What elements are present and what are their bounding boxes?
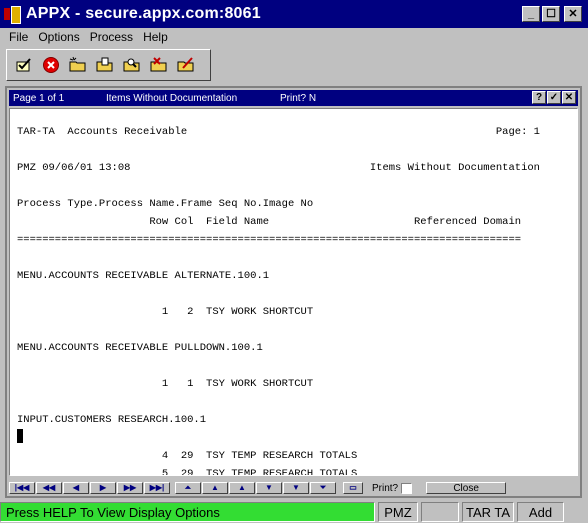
menu-file[interactable]: File [4,30,33,44]
window-title: APPX - secure.appx.com:8061 [26,5,261,22]
down-icon: ▼ [265,483,273,492]
page-down-icon: ▼ [292,483,300,492]
open-folder-icon[interactable] [94,55,115,75]
check-mark-icon: ✓ [549,91,559,103]
status-bar: Press HELP To View Display Options PMZ T… [0,501,588,523]
report-line: INPUT.CUSTOMERS RESEARCH.100.1 [17,414,207,426]
report-name: Items Without Documentation [106,92,238,104]
prev-button[interactable]: ◀ [63,482,89,494]
appx-logo-icon [4,6,21,24]
fast-forward-icon: ▶▶ [123,483,137,492]
report-body: TAR-TA Accounts Receivable Page: 1 PMZ 0… [9,108,578,476]
first-page-icon: |◀◀ [14,483,30,492]
help-icon: ? [535,91,543,103]
find-folder-icon[interactable] [121,55,142,75]
page-back-button[interactable]: ◀◀ [36,482,62,494]
top-button[interactable]: ⏶ [175,482,201,494]
help-button[interactable]: ? [532,91,546,104]
page-down-button[interactable]: ▼ [283,482,309,494]
printer-button[interactable]: ▭ [343,482,363,494]
menu-process[interactable]: Process [85,30,138,44]
printer-icon: ▭ [349,483,357,492]
line-up-button[interactable]: ▲ [229,482,255,494]
close-report-button[interactable]: Close [426,482,507,494]
status-message: Press HELP To View Display Options [0,502,375,522]
status-blank [421,502,459,522]
first-page-button[interactable]: |◀◀ [9,482,35,494]
report-line: Process Type.Process Name.Frame Seq No.I… [17,198,314,210]
report-title-bar: Page 1 of 1 Items Without Documentation … [9,90,578,106]
menu-help[interactable]: Help [138,30,173,44]
report-line: 4 29 TSY TEMP RESEARCH TOTALS [17,450,358,462]
page-up-icon: ▲ [211,483,219,492]
last-page-button[interactable]: ▶▶| [144,482,170,494]
maximize-icon: ☐ [546,7,556,20]
page-indicator: Page 1 of 1 [13,92,65,104]
print-indicator: Print? N [280,92,317,104]
report-line: TAR-TA Accounts Receivable Page: 1 [17,126,540,138]
report-window: Page 1 of 1 Items Without Documentation … [5,86,582,498]
report-line: ========================================… [17,234,522,246]
text-cursor [17,429,23,443]
line-down-button[interactable]: ▼ [256,482,282,494]
cancel-icon[interactable] [40,55,61,75]
title-bar[interactable]: APPX - secure.appx.com:8061 _ ☐ ✕ [0,0,588,28]
status-mode: Add [517,502,564,522]
up-icon: ▲ [238,483,246,492]
report-line: Row Col Field Name Referenced Domain [17,216,522,228]
ok-button[interactable]: ✓ [547,91,561,104]
report-close-button[interactable]: ✕ [562,91,576,104]
close-button[interactable]: ✕ [564,6,582,22]
edit-folder-icon[interactable] [175,55,196,75]
report-line: 1 1 TSY WORK SHORTCUT [17,378,314,390]
new-folder-icon[interactable] [67,55,88,75]
print-label: Print? [372,482,399,494]
bottom-button[interactable]: ⏷ [310,482,336,494]
maximize-button[interactable]: ☐ [542,6,560,22]
report-line: 5 29 TSY TEMP RESEARCH TOTALS [17,468,358,476]
last-page-icon: ▶▶| [149,483,165,492]
top-icon: ⏶ [184,483,192,492]
fast-back-icon: ◀◀ [42,483,56,492]
status-application: TAR TA [462,502,514,522]
navigation-strip: |◀◀ ◀◀ ◀ ▶ ▶▶ ▶▶| ⏶ ▲ ▲ ▼ ▼ ⏷ ▭ Print? C… [9,481,578,495]
close-icon: ✕ [564,91,574,103]
check-icon[interactable] [13,55,34,75]
minimize-button[interactable]: _ [522,6,540,22]
page-forward-button[interactable]: ▶▶ [117,482,143,494]
back-icon: ◀ [72,483,80,492]
minimize-icon: _ [527,7,535,20]
report-line: PMZ 09/06/01 13:08 Items Without Documen… [17,162,540,174]
page-up-button[interactable]: ▲ [202,482,228,494]
forward-icon: ▶ [99,483,107,492]
print-checkbox[interactable] [401,482,413,494]
delete-folder-icon[interactable] [148,55,169,75]
menu-bar: File Options Process Help [0,28,588,46]
close-icon: ✕ [568,7,578,20]
report-line: MENU.ACCOUNTS RECEIVABLE PULLDOWN.100.1 [17,342,263,354]
next-button[interactable]: ▶ [90,482,116,494]
toolbar [6,49,211,81]
report-line: MENU.ACCOUNTS RECEIVABLE ALTERNATE.100.1 [17,270,270,282]
report-line: 1 2 TSY WORK SHORTCUT [17,306,314,318]
status-user: PMZ [378,502,418,522]
menu-options[interactable]: Options [33,30,84,44]
bottom-icon: ⏷ [319,483,327,492]
